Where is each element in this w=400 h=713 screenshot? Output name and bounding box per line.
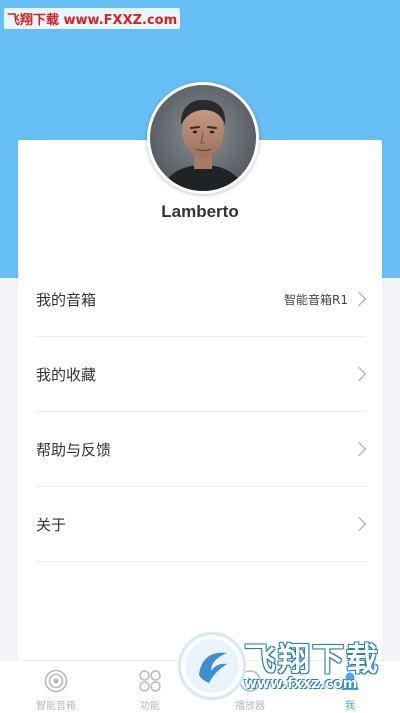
tab-smart-speaker[interactable]: 智能音箱	[6, 661, 106, 713]
menu-item-favorites[interactable]: 我的收藏	[36, 337, 367, 412]
watermark-logo-icon	[185, 639, 239, 693]
tab-label: 智能音箱	[36, 701, 76, 712]
chevron-right-icon	[351, 441, 367, 457]
chevron-right-icon	[351, 291, 367, 307]
speaker-icon	[44, 669, 68, 693]
avatar[interactable]	[147, 82, 259, 194]
menu-item-my-speaker[interactable]: 我的音箱 智能音箱R1	[36, 262, 367, 337]
watermark-top: 飞翔下载 www.FXXZ.com	[4, 8, 181, 29]
menu-item-label: 我的音箱	[36, 290, 97, 309]
chevron-right-icon	[351, 366, 367, 382]
speaker-model-value: 智能音箱R1	[284, 292, 348, 307]
watermark-bottom: 飞翔下载 www.fxxz.com	[178, 632, 388, 704]
menu-item-about[interactable]: 关于	[36, 487, 367, 562]
watermark-url: www.fxxz.com	[244, 676, 358, 692]
settings-menu: 我的音箱 智能音箱R1 我的收藏 帮助与反馈 关于	[36, 262, 367, 562]
menu-item-label: 我的收藏	[36, 365, 97, 384]
menu-item-label: 帮助与反馈	[36, 440, 112, 459]
menu-item-label: 关于	[36, 515, 67, 534]
username: Lamberto	[161, 202, 239, 221]
watermark-logo	[178, 632, 246, 700]
chevron-right-icon	[351, 516, 367, 532]
menu-item-help-feedback[interactable]: 帮助与反馈	[36, 412, 367, 487]
avatar-image	[150, 85, 256, 191]
watermark-title: 飞翔下载	[244, 640, 381, 678]
grid-circles-icon	[139, 670, 161, 692]
